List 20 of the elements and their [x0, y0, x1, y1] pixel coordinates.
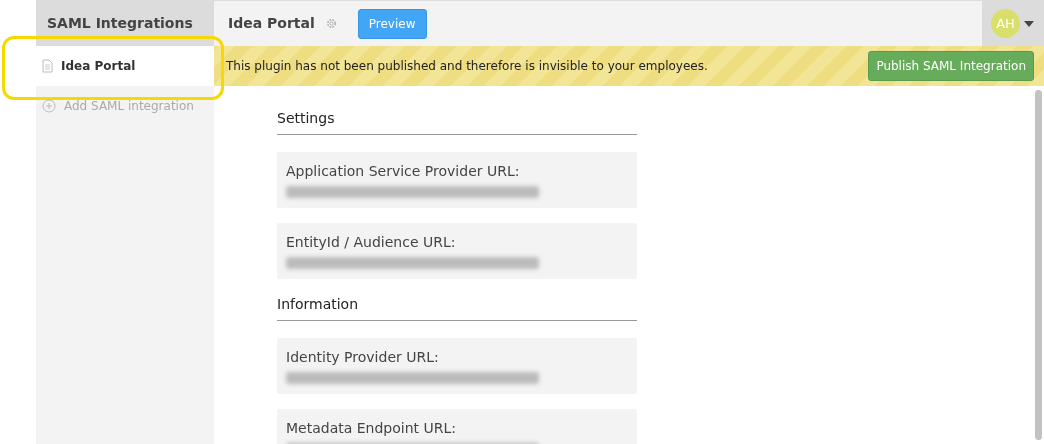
field-label: Identity Provider URL: [286, 348, 440, 367]
plus-circle-icon [42, 99, 56, 113]
publish-button[interactable]: Publish SAML Integration [868, 51, 1034, 81]
section-title: Information [277, 294, 637, 321]
caret-icon[interactable] [1024, 20, 1034, 27]
warning-message: This plugin has not been published and therefore is invisible to your employees. [226, 58, 708, 75]
scrollbar[interactable] [1035, 90, 1042, 440]
account-menu[interactable]: AH [982, 0, 1044, 47]
field-label: Metadata Endpoint URL: [286, 419, 457, 438]
sidebar-item[interactable]: Add SAML integration [36, 86, 214, 126]
page-title: Idea Portal [228, 14, 315, 33]
document-icon [42, 59, 53, 73]
avatar[interactable]: AH [991, 9, 1020, 38]
sidebar-item[interactable]: Idea Portal [36, 46, 214, 86]
preview-button[interactable]: Preview [357, 8, 427, 39]
settings-icon[interactable] [324, 17, 338, 30]
section-title: Settings [277, 108, 637, 135]
field-label: Application Service Provider URL: [286, 162, 521, 181]
sidebar-title: SAML Integrations [36, 0, 214, 46]
field-label: EntityId / Audience URL: [286, 233, 457, 252]
